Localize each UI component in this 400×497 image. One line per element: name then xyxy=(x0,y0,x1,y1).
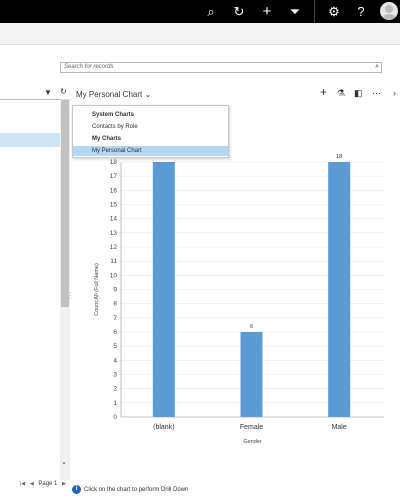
menu-item-my-personal-chart[interactable]: My Personal Chart xyxy=(73,146,228,156)
prev-page-icon[interactable]: ◀ xyxy=(30,481,34,487)
search-input[interactable]: Search for records ⌕ xyxy=(60,62,382,73)
collapse-pane-icon[interactable]: › xyxy=(393,88,396,98)
filter-icon[interactable]: ▼ xyxy=(44,88,52,97)
data-label: 18 xyxy=(336,154,342,160)
plus-icon[interactable]: + xyxy=(255,0,279,23)
bar[interactable] xyxy=(240,332,263,417)
expand-chart-icon[interactable]: ◧ xyxy=(354,88,363,99)
more-options-icon[interactable]: ··· xyxy=(372,88,381,98)
y-tick-label: 3 xyxy=(113,372,117,379)
new-chart-icon[interactable]: + xyxy=(320,85,327,99)
y-axis-title: Count:All (Full Name) xyxy=(94,263,100,316)
y-tick-label: 5 xyxy=(113,343,117,350)
menu-group-system-charts: System Charts xyxy=(92,112,135,118)
pane-resize-handle[interactable]: · · · xyxy=(69,290,71,302)
x-tick-label: Male xyxy=(332,424,347,431)
y-tick-label: 12 xyxy=(110,244,118,251)
bar[interactable] xyxy=(152,162,175,417)
y-tick-label: 7 xyxy=(113,315,117,322)
chart-tools-icon[interactable]: ⚗ xyxy=(337,88,345,99)
pager: |◀ ◀ Page 1 ▶ xyxy=(20,481,69,487)
chart-list-dropdown: System Charts Contacts by Role My Charts… xyxy=(72,105,229,158)
record-list-pane: · · · ⌄ xyxy=(0,86,71,497)
menu-group-my-charts: My Charts xyxy=(92,136,122,142)
data-label: 6 xyxy=(250,324,253,330)
page-label: Page 1 xyxy=(38,481,58,487)
avatar[interactable] xyxy=(380,2,398,20)
search-placeholder: Search for records xyxy=(64,64,114,70)
y-tick-label: 13 xyxy=(110,230,118,237)
search-icon[interactable]: ⌕ xyxy=(199,0,223,23)
y-tick-label: 11 xyxy=(110,258,117,265)
chart-area[interactable]: 0 1 2 3 4 5 6 7 8 9 10 11 12 13 14 15 16 17 18 (blank) Femal… xyxy=(72,140,400,480)
chart-selector[interactable]: My Personal Chart ⌄ xyxy=(76,90,151,99)
x-tick-label: (blank) xyxy=(153,424,174,431)
y-tick-label: 17 xyxy=(110,173,118,180)
next-page-icon[interactable]: ▶ xyxy=(62,481,66,487)
bar-chart[interactable]: 0123456789101112131415161718(blank) Femal… xyxy=(72,140,400,480)
scrollbar-thumb[interactable] xyxy=(61,100,69,307)
chart-title: My Personal Chart xyxy=(76,90,143,99)
divider xyxy=(0,99,60,100)
search-icon[interactable]: ⌕ xyxy=(375,63,379,71)
chevron-down-icon: ⌄ xyxy=(144,90,152,99)
info-icon: i xyxy=(72,485,81,494)
scroll-down-icon[interactable]: ⌄ xyxy=(61,458,67,466)
chart-footer: i Click on the chart to perform Drill Do… xyxy=(72,482,400,497)
y-tick-label: 0 xyxy=(113,414,117,421)
command-bar xyxy=(0,23,400,45)
y-tick-label: 16 xyxy=(110,187,118,194)
menu-item-contacts-by-role[interactable]: Contacts by Role xyxy=(73,122,228,132)
y-tick-label: 4 xyxy=(113,357,117,364)
top-navigation-bar: ⌕ ↻ + ⏷ ⚙ ? xyxy=(0,0,400,23)
y-tick-label: 1 xyxy=(113,400,117,407)
x-tick-label: Female xyxy=(240,424,263,431)
y-tick-label: 9 xyxy=(113,287,117,294)
y-tick-label: 15 xyxy=(110,202,118,209)
bar[interactable] xyxy=(328,162,351,417)
help-icon[interactable]: ? xyxy=(349,0,373,23)
history-icon[interactable]: ↻ xyxy=(227,0,251,23)
y-tick-label: 2 xyxy=(113,386,117,393)
y-tick-label: 14 xyxy=(110,216,118,223)
x-axis-title: Gender xyxy=(243,439,262,445)
divider xyxy=(314,0,315,23)
refresh-icon[interactable]: ↻ xyxy=(60,87,67,96)
y-tick-label: 6 xyxy=(113,329,117,336)
list-item-selected[interactable] xyxy=(0,133,60,147)
first-page-icon[interactable]: |◀ xyxy=(20,481,25,487)
drill-down-hint: Click on the chart to perform Drill Down xyxy=(84,486,189,493)
filter-icon[interactable]: ⏷ xyxy=(283,0,307,23)
y-tick-label: 8 xyxy=(113,301,117,308)
gear-icon[interactable]: ⚙ xyxy=(322,0,346,23)
y-tick-label: 18 xyxy=(110,159,118,166)
y-tick-label: 10 xyxy=(110,272,118,279)
